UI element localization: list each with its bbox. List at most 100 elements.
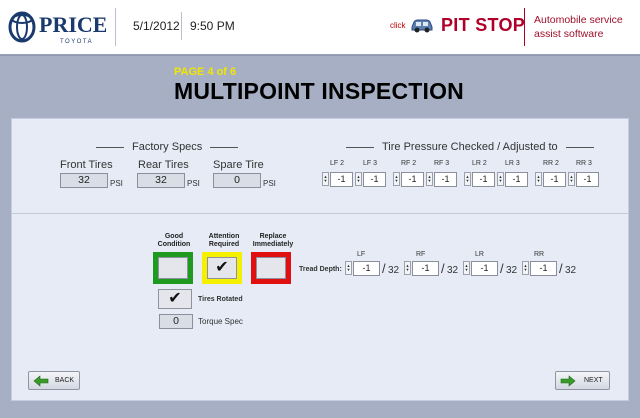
psi-unit: PSI <box>187 179 200 188</box>
tread-depth-input[interactable]: -1 <box>412 261 439 276</box>
spare-tire-value: 0 <box>213 173 261 188</box>
tire-pressure-label: LF 3 <box>363 160 378 167</box>
torque-spec-label: Torque Spec <box>198 317 243 326</box>
stepper-control[interactable]: ▲ ▼ <box>522 261 529 275</box>
replace-immediately-label: Replace Immediately <box>252 233 294 248</box>
tread-depth-field-label: LR <box>475 251 484 258</box>
tire-pressure-label: RF 2 <box>401 160 417 167</box>
stepper-control[interactable]: ▲ ▼ <box>497 172 504 186</box>
click-label: click <box>390 21 406 30</box>
tire-pressure-input[interactable]: -1 <box>543 172 566 187</box>
tire-pressure-label: RF 3 <box>434 160 450 167</box>
tread-depth-fraction-slash: / <box>382 261 386 276</box>
tire-pressure-input[interactable]: -1 <box>363 172 386 187</box>
header-divider <box>115 8 116 46</box>
good-condition-label: Good Condition <box>157 233 191 248</box>
tire-pressure-label: LR 2 <box>472 160 487 167</box>
section-divider <box>11 213 629 214</box>
car-icon[interactable] <box>410 17 434 33</box>
back-button-label: BACK <box>55 377 75 384</box>
tread-depth-input[interactable]: -1 <box>353 261 380 276</box>
stepper-control[interactable]: ▲ ▼ <box>535 172 542 186</box>
decrement-icon[interactable]: ▼ <box>466 179 470 183</box>
front-tires-label: Front Tires <box>60 159 113 171</box>
app-tagline: Automobile service assist software <box>534 14 623 40</box>
back-button[interactable]: BACK <box>28 371 80 390</box>
tread-depth-fraction-slash: / <box>441 261 445 276</box>
decrement-icon[interactable]: ▼ <box>406 268 410 272</box>
good-condition-box[interactable] <box>153 252 193 284</box>
decrement-icon[interactable]: ▼ <box>428 179 432 183</box>
good-condition-checkbox[interactable] <box>158 257 188 279</box>
decrement-icon[interactable]: ▼ <box>499 179 503 183</box>
checkmark-icon: ✔ <box>215 259 229 276</box>
tread-depth-field-label: LF <box>357 251 366 258</box>
decrement-icon[interactable]: ▼ <box>537 179 541 183</box>
tire-pressure-title: Tire Pressure Checked / Adjusted to <box>338 141 602 153</box>
decrement-icon[interactable]: ▼ <box>324 179 328 183</box>
tires-rotated-label: Tires Rotated <box>198 296 243 303</box>
tread-depth-fraction-slash: / <box>500 261 504 276</box>
decrement-icon[interactable]: ▼ <box>357 179 361 183</box>
tire-pressure-input[interactable]: -1 <box>434 172 457 187</box>
svg-text:TOYOTA: TOYOTA <box>60 39 93 45</box>
torque-spec-value: 0 <box>159 314 193 329</box>
decrement-icon[interactable]: ▼ <box>395 179 399 183</box>
stepper-control[interactable]: ▲ ▼ <box>322 172 329 186</box>
factory-specs-title: Factory Specs <box>88 141 246 153</box>
tread-depth-denominator: 32 <box>388 265 400 276</box>
psi-unit: PSI <box>263 179 276 188</box>
tire-pressure-label: RR 3 <box>576 160 592 167</box>
tire-pressure-input[interactable]: -1 <box>505 172 528 187</box>
tread-depth-input[interactable]: -1 <box>530 261 557 276</box>
stepper-control[interactable]: ▲ ▼ <box>393 172 400 186</box>
stepper-control[interactable]: ▲ ▼ <box>568 172 575 186</box>
tread-depth-denominator: 32 <box>447 265 459 276</box>
replace-immediately-box[interactable] <box>251 252 291 284</box>
decrement-icon[interactable]: ▼ <box>570 179 574 183</box>
tire-pressure-input[interactable]: -1 <box>401 172 424 187</box>
rear-tires-label: Rear Tires <box>138 159 189 171</box>
tire-pressure-input[interactable]: -1 <box>330 172 353 187</box>
arrow-left-icon <box>33 374 49 387</box>
psi-unit: PSI <box>110 179 123 188</box>
decrement-icon[interactable]: ▼ <box>524 268 528 272</box>
header-time: 9:50 PM <box>190 19 235 33</box>
arrow-right-icon <box>560 374 576 387</box>
header-divider <box>181 12 182 40</box>
tread-depth-fraction-slash: / <box>559 261 563 276</box>
decrement-icon[interactable]: ▼ <box>465 268 469 272</box>
header-date: 5/1/2012 <box>133 19 180 33</box>
pit-stop-title: PIT STOP <box>441 15 526 35</box>
page-indicator: PAGE 4 of 6 <box>174 66 237 78</box>
attention-required-box[interactable]: ✔ <box>202 252 242 284</box>
svg-text:PRICE: PRICE <box>39 12 106 37</box>
tire-pressure-input[interactable]: -1 <box>472 172 495 187</box>
tire-pressure-label: LF 2 <box>330 160 345 167</box>
attention-required-checkbox[interactable]: ✔ <box>207 257 237 279</box>
tread-depth-input[interactable]: -1 <box>471 261 498 276</box>
rear-tires-value: 32 <box>137 173 185 188</box>
page-title: MULTIPOINT INSPECTION <box>174 78 464 104</box>
tread-depth-denominator: 32 <box>506 265 518 276</box>
stepper-control[interactable]: ▲ ▼ <box>426 172 433 186</box>
next-button-label: NEXT <box>584 377 603 384</box>
tread-depth-label: Tread Depth: <box>299 266 342 273</box>
header-divider <box>524 8 525 46</box>
decrement-icon[interactable]: ▼ <box>347 268 351 272</box>
tread-depth-field-label: RR <box>534 251 545 258</box>
stepper-control[interactable]: ▲ ▼ <box>464 172 471 186</box>
stepper-control[interactable]: ▲ ▼ <box>355 172 362 186</box>
stepper-control[interactable]: ▲ ▼ <box>463 261 470 275</box>
spare-tire-label: Spare Tire <box>213 159 264 171</box>
stepper-control[interactable]: ▲ ▼ <box>404 261 411 275</box>
next-button[interactable]: NEXT <box>555 371 610 390</box>
tread-depth-field-label: RF <box>416 251 426 258</box>
tire-pressure-input[interactable]: -1 <box>576 172 599 187</box>
tread-depth-denominator: 32 <box>565 265 577 276</box>
front-tires-value: 32 <box>60 173 108 188</box>
tires-rotated-checkbox[interactable]: ✔ <box>158 289 192 309</box>
replace-immediately-checkbox[interactable] <box>256 257 286 279</box>
tire-pressure-label: RR 2 <box>543 160 559 167</box>
stepper-control[interactable]: ▲ ▼ <box>345 261 352 275</box>
